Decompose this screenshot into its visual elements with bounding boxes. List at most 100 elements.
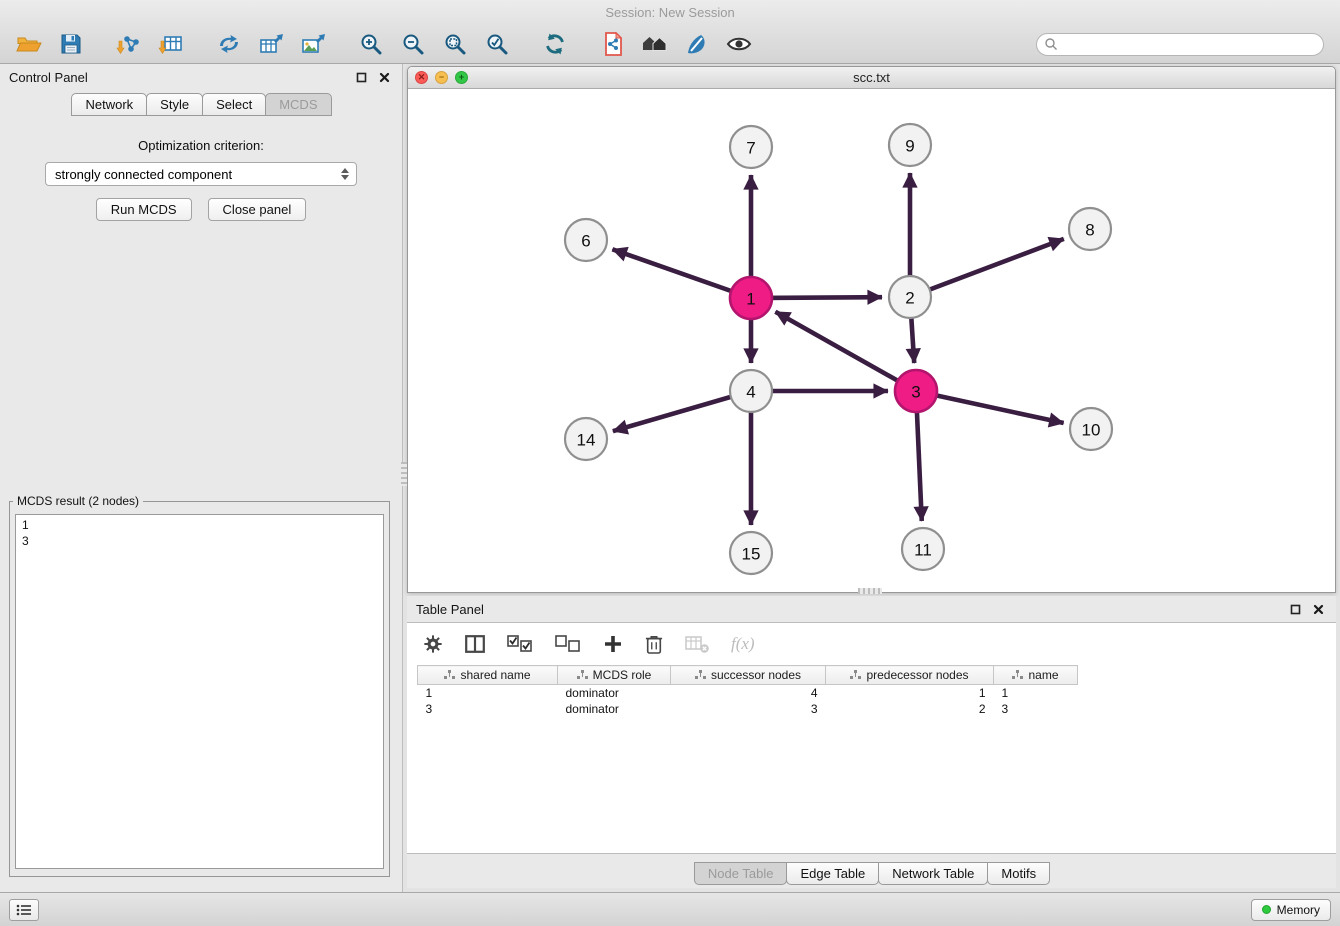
table-cell[interactable]: 2 [826,701,994,717]
search-icon [1044,37,1058,51]
network-window-titlebar[interactable]: scc.txt ✕ − + [408,67,1335,89]
add-column-button[interactable] [603,634,623,654]
table-cell[interactable]: 4 [671,685,826,702]
node-6[interactable]: 6 [565,219,607,261]
zoom-in-button[interactable] [354,29,388,59]
network-document-button[interactable] [596,29,630,59]
float-control-panel-button[interactable] [352,68,370,86]
node-8[interactable]: 8 [1069,208,1111,250]
node-15[interactable]: 15 [730,532,772,574]
split-view-icon [465,635,485,653]
column-header-shared-name[interactable]: shared name [418,666,558,685]
node-7[interactable]: 7 [730,126,772,168]
minimize-window-button[interactable]: − [435,71,448,84]
refresh-layout-button[interactable] [538,29,572,59]
add-icon [603,634,623,654]
edge-3-1[interactable] [775,312,916,391]
run-mcds-button[interactable]: Run MCDS [96,198,192,221]
import-network-button[interactable] [112,29,146,59]
close-table-panel-button[interactable] [1309,600,1327,618]
node-9[interactable]: 9 [889,124,931,166]
vertical-splitter-handle[interactable] [401,462,407,486]
node-14[interactable]: 14 [565,418,607,460]
zoom-out-button[interactable] [396,29,430,59]
mcds-result-title: MCDS result (2 nodes) [13,494,143,508]
import-network-icon [116,32,142,56]
delete-column-button[interactable] [645,633,663,655]
toggle-details-button[interactable] [722,29,756,59]
show-columns-button[interactable] [465,635,485,653]
edge-2-8[interactable] [910,239,1064,297]
column-sort-icon [1012,670,1023,680]
column-header-successor-nodes[interactable]: successor nodes [671,666,826,685]
edge-3-10[interactable] [916,391,1064,423]
table-cell[interactable]: 1 [994,685,1078,702]
import-table-button[interactable] [154,29,188,59]
column-sort-icon [850,670,861,680]
node-11[interactable]: 11 [902,528,944,570]
table-cell[interactable]: 3 [994,701,1078,717]
column-header-MCDS-role[interactable]: MCDS role [558,666,671,685]
export-image-button[interactable] [296,29,330,59]
table-tab-motifs[interactable]: Motifs [987,862,1050,885]
control-panel-title: Control Panel [9,70,88,85]
list-icon [16,904,32,916]
table-settings-button[interactable] [423,634,443,654]
network-canvas[interactable]: 7 9 6 8 1 2 4 3 14 10 15 11 [408,89,1335,592]
tab-select[interactable]: Select [202,93,266,116]
export-network-button[interactable] [212,29,246,59]
table-cell[interactable]: 1 [418,685,558,702]
close-control-panel-button[interactable] [375,68,393,86]
column-header-predecessor-nodes[interactable]: predecessor nodes [826,666,994,685]
node-1[interactable]: 1 [730,277,772,319]
memory-status-icon [1262,905,1271,914]
zoom-window-button[interactable]: + [455,71,468,84]
search-input[interactable] [1036,33,1324,56]
table-cell[interactable]: dominator [558,685,671,702]
table-cell[interactable]: 3 [671,701,826,717]
mcds-result-text[interactable]: 1 3 [15,514,384,869]
node-3[interactable]: 3 [895,370,937,412]
save-session-button[interactable] [54,29,88,59]
close-window-button[interactable]: ✕ [415,71,428,84]
svg-text:6: 6 [581,232,590,251]
tab-mcds[interactable]: MCDS [265,93,331,116]
table-cell[interactable]: dominator [558,701,671,717]
svg-text:15: 15 [742,545,761,564]
float-table-panel-button[interactable] [1286,600,1304,618]
open-session-button[interactable] [12,29,46,59]
table-tab-node-table[interactable]: Node Table [694,862,788,885]
unselect-all-button[interactable] [555,635,581,653]
zoom-selected-button[interactable] [480,29,514,59]
table-tab-network-table[interactable]: Network Table [878,862,988,885]
svg-text:1: 1 [746,290,755,309]
style-brush-button[interactable] [680,29,714,59]
tab-style[interactable]: Style [146,93,203,116]
svg-text:4: 4 [746,383,755,402]
horizontal-splitter-handle[interactable] [858,588,882,594]
status-bar: Memory [0,892,1340,926]
table-cell[interactable]: 3 [418,701,558,717]
column-header-name[interactable]: name [994,666,1078,685]
table-tab-edge-table[interactable]: Edge Table [786,862,879,885]
svg-text:9: 9 [905,137,914,156]
memory-button[interactable]: Memory [1251,899,1331,921]
zoom-fit-button[interactable] [438,29,472,59]
control-panel-header: Control Panel [0,64,402,90]
node-2[interactable]: 2 [889,276,931,318]
table-row[interactable]: 3dominator323 [418,701,1078,717]
control-panel: Control Panel NetworkStyleSelectMCDS Opt… [0,64,403,892]
criterion-dropdown[interactable]: strongly connected component [45,162,357,186]
table-row[interactable]: 1dominator411 [418,685,1078,702]
export-table-button[interactable] [254,29,288,59]
column-header-label: predecessor nodes [866,668,968,682]
select-all-button[interactable] [507,635,533,653]
node-4[interactable]: 4 [730,370,772,412]
table-panel-tabs: Node TableEdge TableNetwork TableMotifs [407,862,1336,885]
status-menu-button[interactable] [9,899,39,921]
tab-network[interactable]: Network [71,93,147,116]
table-cell[interactable]: 1 [826,685,994,702]
node-10[interactable]: 10 [1070,408,1112,450]
homes-button[interactable] [638,29,672,59]
close-mcds-panel-button[interactable]: Close panel [208,198,307,221]
